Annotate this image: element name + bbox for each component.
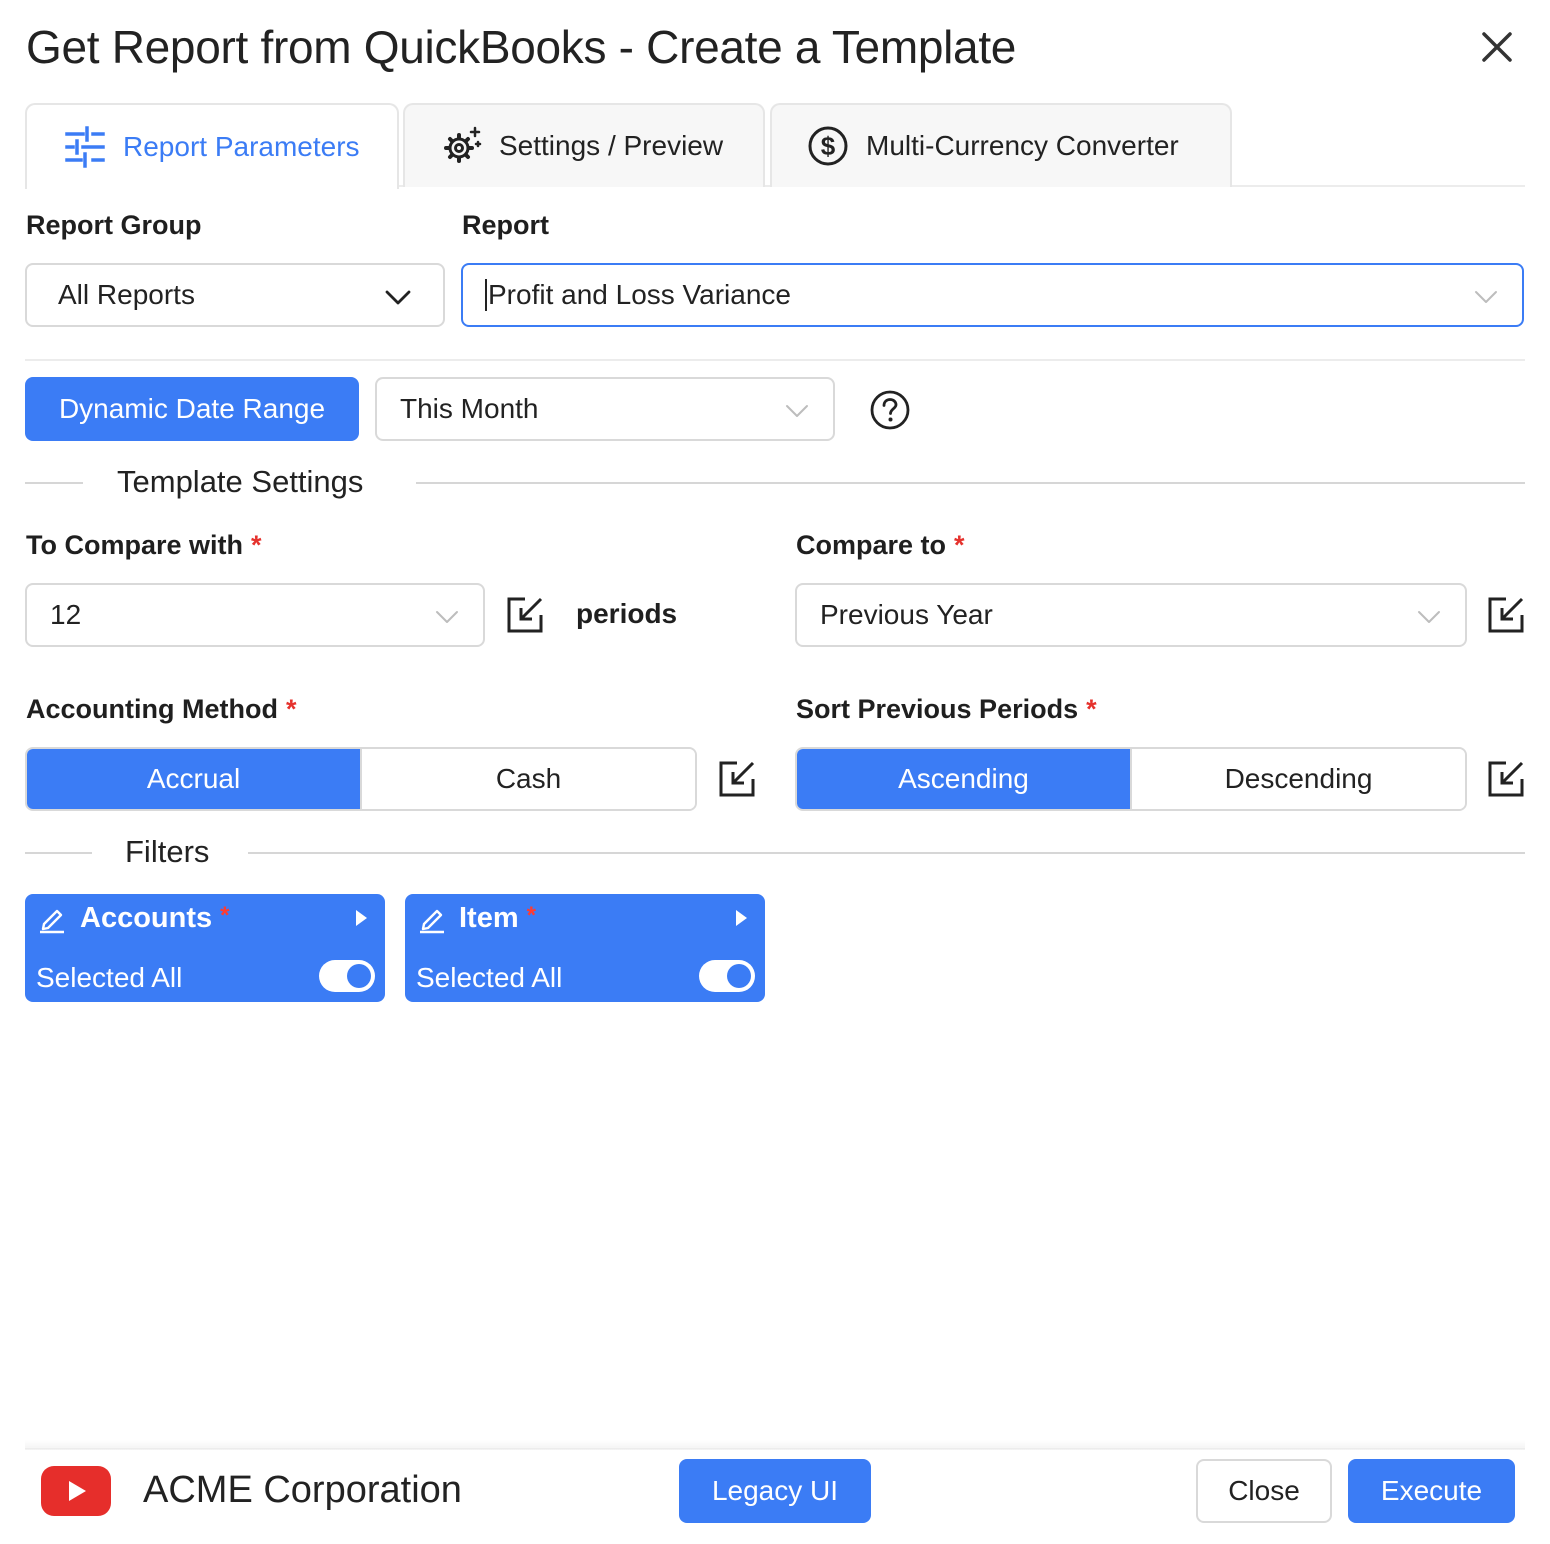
legacy-ui-button[interactable]: Legacy UI <box>679 1459 871 1523</box>
gears-icon <box>439 124 483 168</box>
dynamic-date-range-button[interactable]: Dynamic Date Range <box>25 377 359 441</box>
tab-label: Settings / Preview <box>499 130 724 161</box>
sort-previous-label-text: Sort Previous Periods <box>796 694 1079 724</box>
required-marker: * <box>954 530 965 560</box>
divider <box>25 359 1525 361</box>
filter-card-item[interactable]: Item * Selected All <box>405 894 765 1002</box>
edit-link-icon[interactable] <box>1486 759 1526 799</box>
tab-bar: Report Parameters Settings / Preview $ M… <box>25 103 1525 189</box>
report-group-select[interactable]: All Reports <box>25 263 445 327</box>
tab-report-parameters[interactable]: Report Parameters <box>25 103 399 189</box>
accrual-option[interactable]: Accrual <box>27 749 360 809</box>
company-name: ACME Corporation <box>143 1469 462 1511</box>
report-group-label: Report Group <box>26 210 202 240</box>
caret-right-icon <box>736 910 747 926</box>
section-line <box>25 482 83 484</box>
toggle-knob <box>727 964 751 988</box>
chevron-down-icon <box>786 405 808 417</box>
accounting-method-toggle: Accrual Cash <box>25 747 697 811</box>
compare-to-select[interactable]: Previous Year <box>795 583 1467 647</box>
compare-to-label: Compare to * <box>796 530 965 561</box>
edit-link-icon[interactable] <box>505 595 545 635</box>
edit-link-icon[interactable] <box>1486 595 1526 635</box>
filter-title-text: Accounts <box>80 902 213 934</box>
tab-label: Report Parameters <box>123 131 360 162</box>
sort-previous-label: Sort Previous Periods * <box>796 694 1097 725</box>
report-value: Profit and Loss Variance <box>488 279 791 310</box>
close-icon[interactable] <box>1476 26 1518 68</box>
required-marker: * <box>251 530 262 560</box>
dialog-title: Get Report from QuickBooks - Create a Te… <box>26 21 1017 73</box>
template-settings-heading: Template Settings <box>105 464 376 500</box>
caret-right-icon <box>356 910 367 926</box>
section-line <box>248 852 1525 854</box>
text-caret <box>485 279 487 311</box>
compare-with-label-text: To Compare with <box>26 530 244 560</box>
date-range-value: This Month <box>400 393 539 424</box>
svg-text:$: $ <box>821 131 836 161</box>
execute-button[interactable]: Execute <box>1348 1459 1515 1523</box>
compare-to-label-text: Compare to <box>796 530 947 560</box>
dollar-circle-icon: $ <box>806 124 850 168</box>
filter-title: Accounts * <box>80 902 229 935</box>
compare-with-label: To Compare with * <box>26 530 262 561</box>
filter-toggle[interactable] <box>699 960 755 992</box>
chevron-down-icon <box>436 611 458 623</box>
compare-with-value: 12 <box>50 599 82 630</box>
chevron-down-icon <box>1475 291 1497 303</box>
filter-title-text: Item <box>459 902 519 934</box>
sort-previous-toggle: Ascending Descending <box>795 747 1467 811</box>
section-line <box>25 852 92 854</box>
required-marker: * <box>526 902 536 929</box>
compare-to-value: Previous Year <box>820 599 993 630</box>
descending-option[interactable]: Descending <box>1130 749 1465 809</box>
ascending-option[interactable]: Ascending <box>797 749 1130 809</box>
edit-link-icon[interactable] <box>717 759 757 799</box>
filter-card-accounts[interactable]: Accounts * Selected All <box>25 894 385 1002</box>
periods-label: periods <box>576 598 678 629</box>
required-marker: * <box>285 694 297 724</box>
compare-with-select[interactable]: 12 <box>25 583 485 647</box>
filter-status: Selected All <box>36 962 183 993</box>
accounting-method-label: Accounting Method * <box>26 694 296 725</box>
report-group-value: All Reports <box>58 279 195 310</box>
date-range-select[interactable]: This Month <box>375 377 835 441</box>
pencil-icon <box>420 909 444 934</box>
filter-title: Item * <box>459 902 536 935</box>
chevron-down-icon <box>1418 611 1440 623</box>
filter-toggle[interactable] <box>319 960 375 992</box>
filter-status: Selected All <box>416 962 563 993</box>
footer-divider <box>25 1448 1525 1449</box>
section-line <box>416 482 1525 484</box>
filters-heading: Filters <box>113 834 222 870</box>
tab-label: Multi-Currency Converter <box>866 130 1179 161</box>
accounting-method-label-text: Accounting Method <box>26 694 278 724</box>
tab-multi-currency[interactable]: $ Multi-Currency Converter <box>770 103 1232 187</box>
pencil-icon <box>40 909 64 934</box>
tab-settings-preview[interactable]: Settings / Preview <box>403 103 765 187</box>
toggle-knob <box>347 964 371 988</box>
required-marker: * <box>220 902 230 929</box>
help-icon[interactable] <box>869 389 911 431</box>
chevron-down-icon <box>385 290 411 305</box>
youtube-icon[interactable] <box>41 1466 111 1516</box>
report-select[interactable]: Profit and Loss Variance <box>461 263 1524 327</box>
sliders-icon <box>63 125 107 169</box>
cash-option[interactable]: Cash <box>360 749 695 809</box>
report-label: Report <box>462 210 549 240</box>
required-marker: * <box>1086 694 1097 724</box>
close-button[interactable]: Close <box>1196 1459 1332 1523</box>
